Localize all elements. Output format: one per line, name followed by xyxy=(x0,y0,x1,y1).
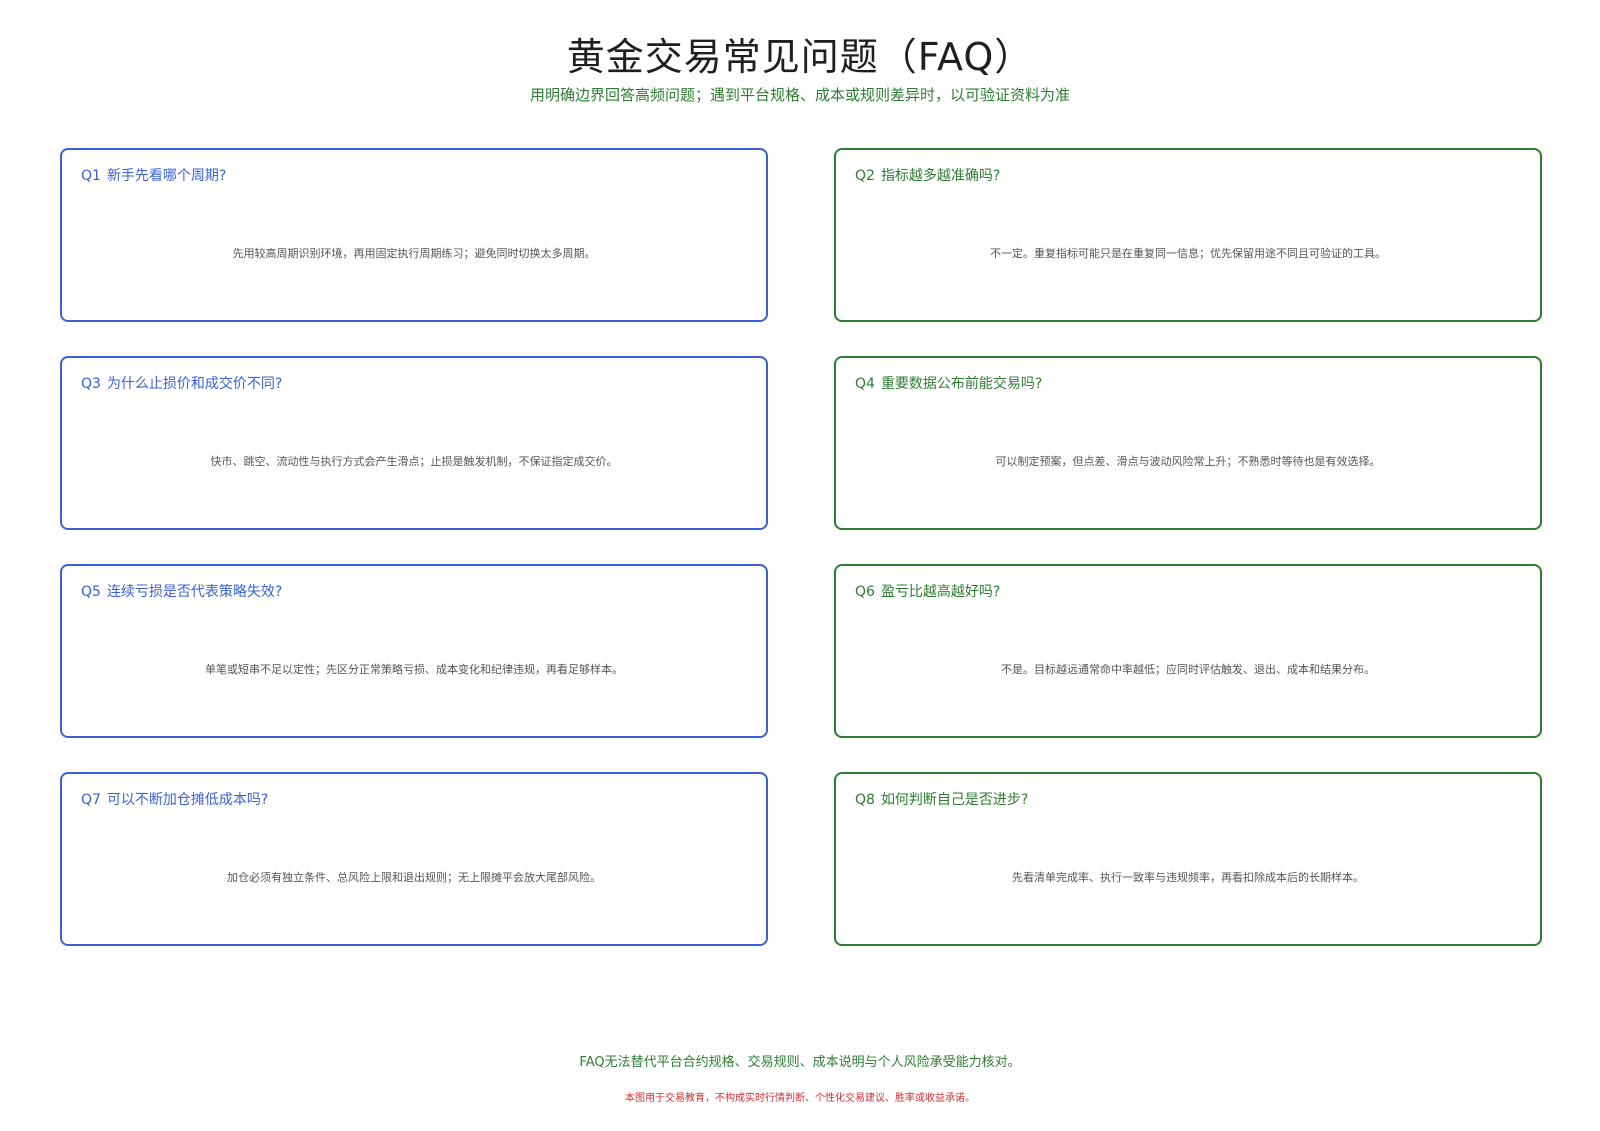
faq-card-q1: Q1 新手先看哪个周期? 先用较高周期识别环境，再用固定执行周期练习；避免同时切换… xyxy=(60,148,768,322)
faq-question: Q8 如何判断自己是否进步? xyxy=(855,790,1028,810)
faq-number: Q4 xyxy=(855,376,875,392)
faq-answer: 先用较高周期识别环境，再用固定执行周期练习；避免同时切换太多周期。 xyxy=(232,247,596,260)
faq-card-q5: Q5 连续亏损是否代表策略失效? 单笔或短串不足以定性；先区分正常策略亏损、成本变… xyxy=(60,564,768,738)
faq-question-text: 新手先看哪个周期? xyxy=(106,168,227,184)
faq-number: Q6 xyxy=(855,584,875,600)
faq-question-text: 可以不断加仓摊低成本吗? xyxy=(106,792,269,808)
faq-answer: 先看清单完成率、执行一致率与违规频率，再看扣除成本后的长期样本。 xyxy=(1012,871,1364,884)
faq-card-q6: Q6 盈亏比越高越好吗? 不是。目标越远通常命中率越低；应同时评估触发、退出、成本… xyxy=(834,564,1542,738)
faq-question-text: 盈亏比越高越好吗? xyxy=(880,584,1001,600)
faq-card-q7: Q7 可以不断加仓摊低成本吗? 加仓必须有独立条件、总风险上限和退出规则；无上限摊… xyxy=(60,772,768,946)
page-subtitle: 用明确边界回答高频问题；遇到平台规格、成本或规则差异时，以可验证资料为准 xyxy=(529,86,1070,104)
faq-number: Q5 xyxy=(81,584,101,600)
faq-number: Q7 xyxy=(81,792,101,808)
faq-answer: 可以制定预案，但点差、滑点与波动风险常上升；不熟悉时等待也是有效选择。 xyxy=(995,455,1381,468)
faq-number: Q1 xyxy=(81,168,101,184)
faq-card-q2: Q2 指标越多越准确吗? 不一定。重复指标可能只是在重复同一信息；优先保留用途不同… xyxy=(834,148,1542,322)
faq-answer: 不是。目标越远通常命中率越低；应同时评估触发、退出、成本和结果分布。 xyxy=(1001,663,1375,676)
faq-card-q3: Q3 为什么止损价和成交价不同? 快市、跳空、流动性与执行方式会产生滑点；止损是触… xyxy=(60,356,768,530)
faq-answer: 加仓必须有独立条件、总风险上限和退出规则；无上限摊平会放大尾部风险。 xyxy=(227,871,601,884)
footer-disclaimer: 本图用于交易教育，不构成实时行情判断、个性化交易建议、胜率或收益承诺。 xyxy=(625,1093,975,1104)
faq-question-text: 重要数据公布前能交易吗? xyxy=(880,376,1043,392)
faq-question-text: 如何判断自己是否进步? xyxy=(880,792,1029,808)
faq-answer: 不一定。重复指标可能只是在重复同一信息；优先保留用途不同且可验证的工具。 xyxy=(990,247,1386,260)
faq-question: Q4 重要数据公布前能交易吗? xyxy=(855,374,1042,394)
faq-question-text: 连续亏损是否代表策略失效? xyxy=(106,584,283,600)
footer-note: FAQ无法替代平台合约规格、交易规则、成本说明与个人风险承受能力核对。 xyxy=(579,1055,1021,1070)
faq-answer: 快市、跳空、流动性与执行方式会产生滑点；止损是触发机制，不保证指定成交价。 xyxy=(210,455,618,468)
faq-card-q8: Q8 如何判断自己是否进步? 先看清单完成率、执行一致率与违规频率，再看扣除成本后… xyxy=(834,772,1542,946)
faq-question-text: 为什么止损价和成交价不同? xyxy=(106,376,283,392)
faq-question: Q6 盈亏比越高越好吗? xyxy=(855,582,1000,602)
faq-card-q4: Q4 重要数据公布前能交易吗? 可以制定预案，但点差、滑点与波动风险常上升；不熟悉… xyxy=(834,356,1542,530)
faq-question: Q1 新手先看哪个周期? xyxy=(81,166,226,186)
faq-number: Q3 xyxy=(81,376,101,392)
faq-question: Q7 可以不断加仓摊低成本吗? xyxy=(81,790,268,810)
faq-question-text: 指标越多越准确吗? xyxy=(880,168,1001,184)
faq-question: Q5 连续亏损是否代表策略失效? xyxy=(81,582,282,602)
faq-number: Q8 xyxy=(855,792,875,808)
faq-question: Q2 指标越多越准确吗? xyxy=(855,166,1000,186)
faq-answer: 单笔或短串不足以定性；先区分正常策略亏损、成本变化和纪律违规，再看足够样本。 xyxy=(205,663,623,676)
page-title: 黄金交易常见问题（FAQ） xyxy=(566,35,1034,79)
faq-number: Q2 xyxy=(855,168,875,184)
faq-question: Q3 为什么止损价和成交价不同? xyxy=(81,374,282,394)
